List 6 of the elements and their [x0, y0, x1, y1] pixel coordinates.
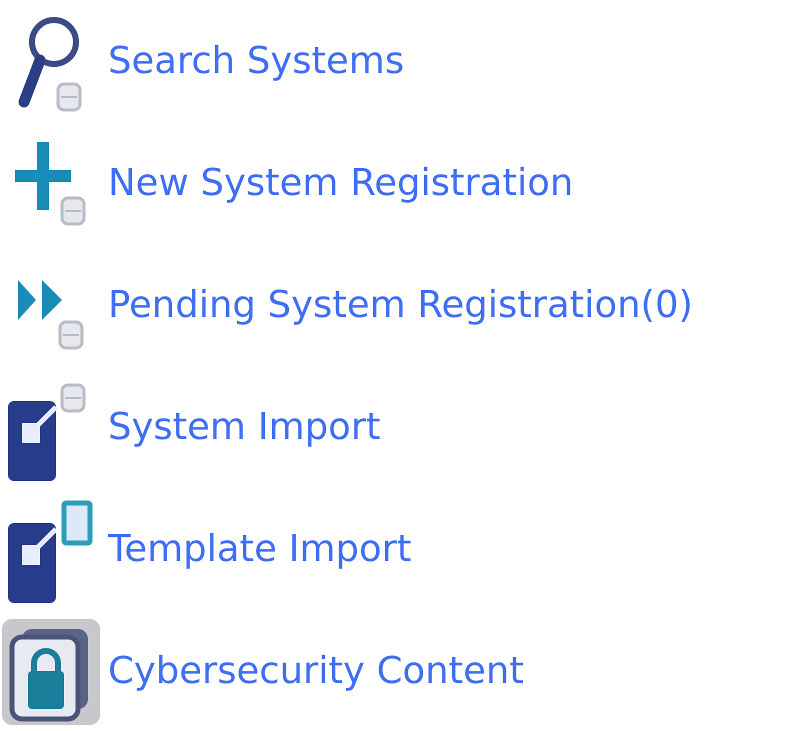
menu-link[interactable]: Pending System Registration(0)	[108, 283, 693, 326]
menu-link[interactable]: System Import	[108, 404, 381, 448]
menu-link[interactable]: New System Registration	[108, 161, 574, 204]
menu-link[interactable]: Cybersecurity Content	[108, 648, 524, 692]
menu-link[interactable]: Search Systems	[108, 39, 404, 82]
menu-link[interactable]: Template Import	[108, 526, 412, 570]
